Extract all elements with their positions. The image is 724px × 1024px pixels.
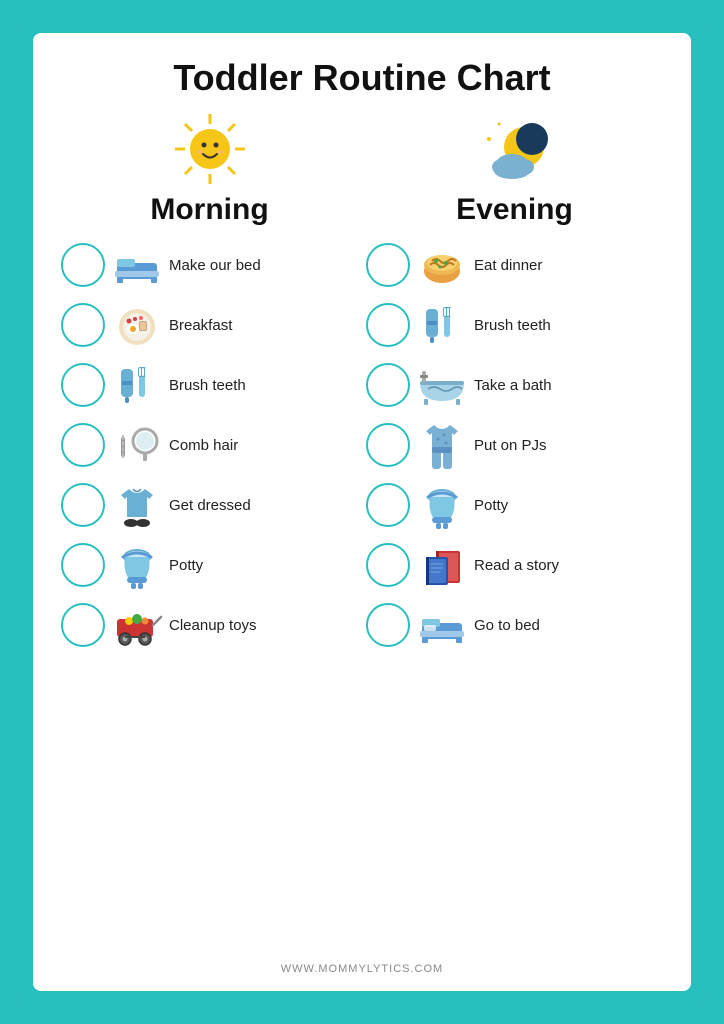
get-dressed-label: Get dressed (169, 497, 251, 514)
check-circle[interactable] (366, 243, 410, 287)
check-circle[interactable] (61, 603, 105, 647)
put-on-pjs-icon (416, 419, 468, 471)
card: Toddler Routine Chart (33, 33, 691, 991)
breakfast-label: Breakfast (169, 317, 232, 334)
brush-teeth-e-label: Brush teeth (474, 317, 551, 334)
comb-hair-icon (111, 419, 163, 471)
list-item: Make our bed (61, 239, 358, 291)
potty-m-icon (111, 539, 163, 591)
check-circle[interactable] (61, 303, 105, 347)
list-item: Brush teeth (366, 299, 663, 351)
page-title: Toddler Routine Chart (173, 57, 550, 99)
check-circle[interactable] (61, 423, 105, 467)
eat-dinner-icon (416, 239, 468, 291)
potty-e-icon (416, 479, 468, 531)
brush-teeth-m-icon (111, 359, 163, 411)
go-to-bed-label: Go to bed (474, 617, 540, 634)
take-bath-icon (416, 359, 468, 411)
list-item: Put on PJs (366, 419, 663, 471)
go-to-bed-icon (416, 599, 468, 651)
cleanup-toys-icon (111, 599, 163, 651)
check-circle[interactable] (61, 483, 105, 527)
evening-header: Evening (456, 109, 573, 227)
potty-m-label: Potty (169, 557, 203, 574)
sun-icon (170, 109, 250, 189)
read-story-icon (416, 539, 468, 591)
check-circle[interactable] (61, 543, 105, 587)
get-dressed-icon (111, 479, 163, 531)
list-item: Cleanup toys (61, 599, 358, 651)
list-item: Read a story (366, 539, 663, 591)
check-circle[interactable] (366, 543, 410, 587)
check-circle[interactable] (61, 363, 105, 407)
check-circle[interactable] (366, 363, 410, 407)
potty-e-label: Potty (474, 497, 508, 514)
brush-teeth-e-icon (416, 299, 468, 351)
list-item: Take a bath (366, 359, 663, 411)
list-item: Breakfast (61, 299, 358, 351)
morning-header: Morning (150, 109, 268, 227)
check-circle[interactable] (366, 303, 410, 347)
list-item: Potty (61, 539, 358, 591)
comb-hair-label: Comb hair (169, 437, 238, 454)
brush-teeth-m-label: Brush teeth (169, 377, 246, 394)
morning-column: Morning Make ou (61, 109, 358, 953)
list-item: Eat dinner (366, 239, 663, 291)
check-circle[interactable] (366, 423, 410, 467)
list-item: Brush teeth (61, 359, 358, 411)
check-circle[interactable] (366, 603, 410, 647)
breakfast-icon (111, 299, 163, 351)
eat-dinner-label: Eat dinner (474, 257, 542, 274)
cleanup-toys-label: Cleanup toys (169, 617, 257, 634)
list-item: Comb hair (61, 419, 358, 471)
list-item: Go to bed (366, 599, 663, 651)
check-circle[interactable] (61, 243, 105, 287)
list-item: Potty (366, 479, 663, 531)
evening-column: Evening (366, 109, 663, 953)
list-item: Get dressed (61, 479, 358, 531)
columns: Morning Make ou (61, 109, 663, 953)
take-bath-label: Take a bath (474, 377, 552, 394)
put-on-pjs-label: Put on PJs (474, 437, 547, 454)
morning-label: Morning (150, 193, 268, 227)
footer-text: WWW.MOMMYLYTICS.COM (281, 963, 443, 975)
read-story-label: Read a story (474, 557, 559, 574)
outer-border: Toddler Routine Chart (17, 17, 707, 1007)
make-bed-icon (111, 239, 163, 291)
evening-label: Evening (456, 193, 573, 227)
check-circle[interactable] (366, 483, 410, 527)
make-bed-label: Make our bed (169, 257, 261, 274)
moon-icon (474, 109, 554, 189)
